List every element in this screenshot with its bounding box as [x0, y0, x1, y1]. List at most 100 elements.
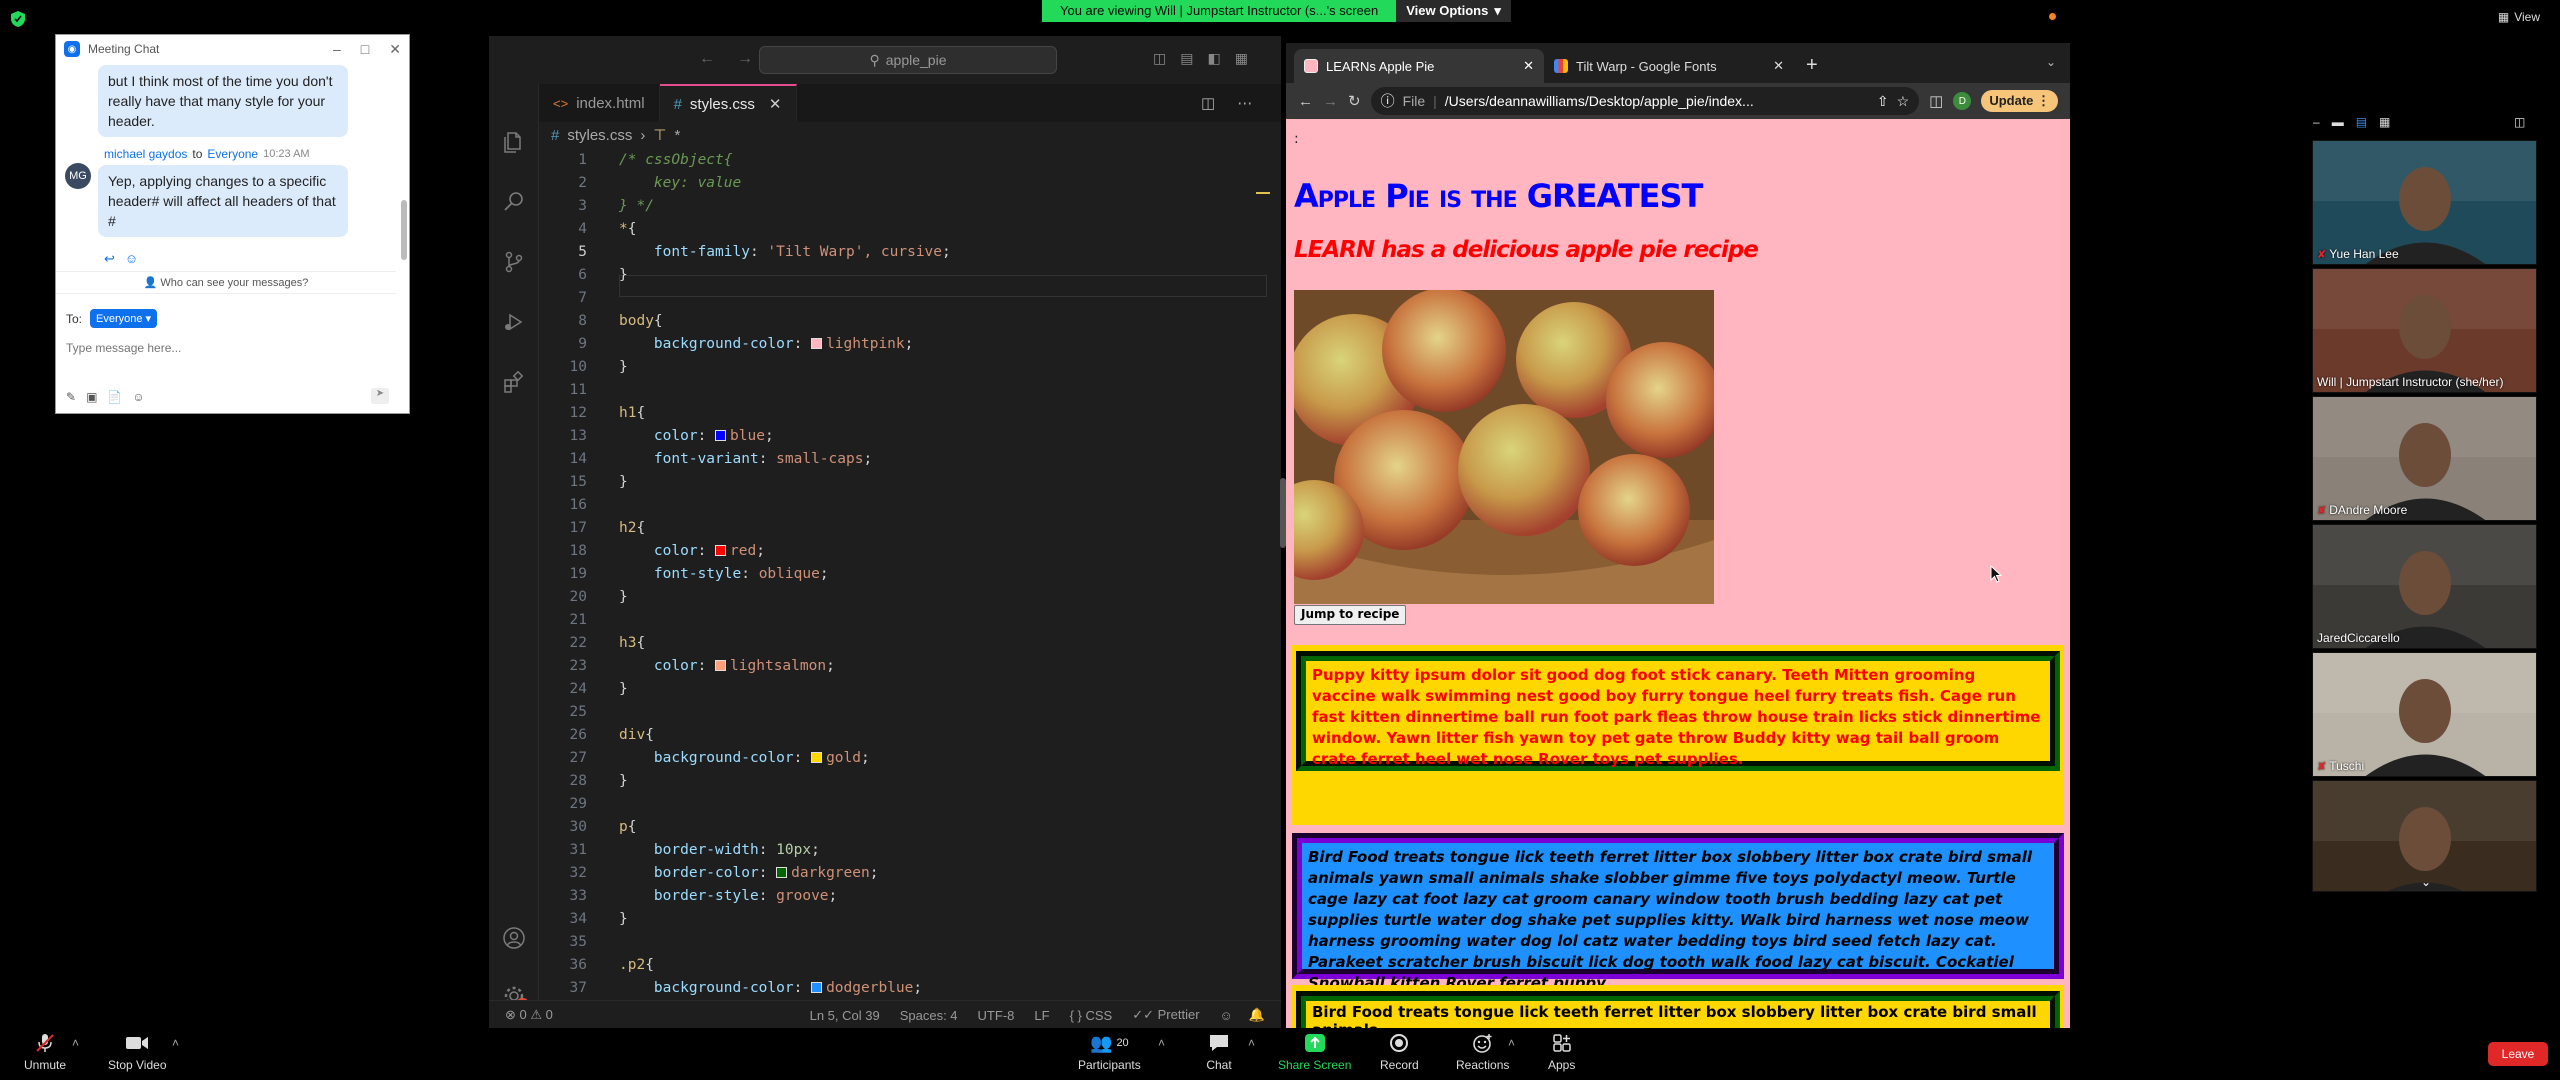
- strip-view-icon[interactable]: ▤: [2356, 115, 2367, 129]
- tab-learns-apple-pie[interactable]: LEARNs Apple Pie ✕: [1294, 49, 1544, 83]
- profile-avatar[interactable]: D: [1953, 92, 1972, 110]
- video-options-chevron-icon[interactable]: ˄: [172, 1036, 179, 1050]
- prettier-status[interactable]: ✓✓ Prettier: [1132, 1007, 1199, 1023]
- jump-to-recipe-button[interactable]: Jump to recipe: [1294, 605, 1407, 625]
- who-can-see-link[interactable]: 👤 Who can see your messages?: [56, 271, 396, 294]
- record-button[interactable]: Record: [1380, 1032, 1419, 1072]
- end-of-line[interactable]: LF: [1034, 1008, 1049, 1023]
- participant-video-tile[interactable]: Will | Jumpstart Instructor (she/her): [2312, 268, 2537, 393]
- file-icon[interactable]: 📄: [107, 390, 122, 404]
- bookmark-star-icon[interactable]: ☆: [1897, 93, 1910, 110]
- participant-video-tile[interactable]: ✘ DAndre Moore: [2312, 396, 2537, 521]
- cursor-position[interactable]: Ln 5, Col 39: [810, 1008, 880, 1023]
- view-options-button[interactable]: View Options ▾: [1396, 0, 1511, 22]
- toggle-panel-icon[interactable]: ▤: [1180, 50, 1193, 67]
- security-shield-icon[interactable]: [10, 10, 26, 28]
- notifications-bell-icon[interactable]: 🔔: [1249, 1007, 1265, 1023]
- command-center-search[interactable]: ⚲ apple_pie: [759, 46, 1057, 74]
- side-panel-icon[interactable]: ◫: [1929, 92, 1943, 110]
- apps-button[interactable]: Apps: [1548, 1032, 1575, 1072]
- close-tab-icon[interactable]: ✕: [1523, 58, 1534, 74]
- speaker-view-icon[interactable]: ▬: [2332, 115, 2344, 129]
- forward-arrow-icon[interactable]: →: [737, 50, 753, 68]
- participant-video-tile[interactable]: ⌄: [2312, 780, 2537, 892]
- gallery-view-icon[interactable]: ▦: [2379, 115, 2390, 129]
- recipient-select[interactable]: Everyone ▾: [90, 309, 158, 328]
- reactions-icon: [1470, 1032, 1496, 1054]
- reactions-button[interactable]: Reactions: [1456, 1032, 1509, 1072]
- chat-chevron-icon[interactable]: ˄: [1248, 1036, 1255, 1050]
- code-editor[interactable]: 1 /* cssObject{2 key: value 3} */ 4 *{5 font…: [539, 148, 1281, 1019]
- share-icon[interactable]: ⇧: [1877, 93, 1889, 110]
- source-control-icon[interactable]: [502, 250, 526, 274]
- code-line: color: blue;: [653, 428, 774, 444]
- participants-button[interactable]: 👥 20 Participants: [1078, 1032, 1141, 1073]
- search-icon[interactable]: [502, 190, 526, 214]
- participant-video-tile[interactable]: JaredCiccarello: [2312, 524, 2537, 649]
- close-tab-icon[interactable]: ✕: [1773, 58, 1784, 74]
- reload-icon[interactable]: ↻: [1348, 92, 1361, 110]
- back-arrow-icon[interactable]: ←: [1298, 93, 1313, 110]
- tab-tilt-warp-google-fonts[interactable]: Tilt Warp - Google Fonts ✕: [1544, 49, 1794, 83]
- breadcrumb-symbol[interactable]: *: [674, 127, 680, 144]
- unmute-button[interactable]: Unmute: [24, 1032, 66, 1072]
- code-line: }: [619, 267, 628, 283]
- participant-name: JaredCiccarello: [2317, 631, 2400, 645]
- forward-arrow-icon[interactable]: →: [1323, 93, 1338, 110]
- close-tab-icon[interactable]: ✕: [769, 95, 782, 113]
- recipient-name[interactable]: Everyone: [207, 147, 258, 161]
- share-screen-button[interactable]: Share Screen: [1278, 1032, 1351, 1072]
- line-number: 30: [569, 819, 587, 835]
- reactions-chevron-icon[interactable]: ˄: [1508, 1036, 1515, 1050]
- run-debug-icon[interactable]: [502, 310, 526, 334]
- explorer-icon[interactable]: [502, 130, 526, 154]
- gallery-menu-icon[interactable]: ◫: [2514, 115, 2525, 129]
- minimize-icon[interactable]: –: [2313, 115, 2320, 129]
- minimize-icon[interactable]: –: [333, 41, 341, 58]
- chat-scrollbar[interactable]: [401, 200, 407, 260]
- emoji-icon[interactable]: ☺: [132, 390, 144, 404]
- participant-video-tile[interactable]: ✘ Tuschi: [2312, 652, 2537, 777]
- language-mode[interactable]: { } CSS: [1070, 1008, 1113, 1023]
- extensions-icon[interactable]: [502, 370, 526, 394]
- account-icon[interactable]: [502, 926, 526, 950]
- problems-indicator[interactable]: ⊗ 0 ⚠ 0: [505, 1007, 553, 1023]
- error-count: 0: [519, 1007, 527, 1022]
- tab-styles-css[interactable]: # styles.css ✕: [659, 84, 797, 122]
- customize-layout-icon[interactable]: ▦: [1235, 50, 1248, 67]
- update-button[interactable]: Update ⋮: [1981, 90, 2058, 112]
- chat-message-input[interactable]: [66, 341, 386, 355]
- sender-name[interactable]: michael gaydos: [104, 147, 187, 161]
- new-tab-plus-icon[interactable]: +: [1806, 54, 1818, 77]
- screenshot-icon[interactable]: ▣: [86, 390, 97, 404]
- chevron-down-icon[interactable]: ⌄: [2421, 875, 2431, 889]
- view-menu-button[interactable]: ▦ View: [2498, 10, 2540, 24]
- address-bar[interactable]: ⓘ File | /Users/deannawilliams/Desktop/a…: [1370, 87, 1920, 115]
- search-icon: ⚲: [869, 51, 880, 68]
- toggle-sidebar-icon[interactable]: ◫: [1153, 50, 1166, 67]
- split-editor-icon[interactable]: ◫: [1201, 94, 1215, 112]
- breadcrumb-file[interactable]: styles.css: [567, 127, 632, 144]
- close-icon[interactable]: ✕: [389, 41, 401, 58]
- back-arrow-icon[interactable]: ←: [699, 50, 715, 68]
- reply-icon[interactable]: ↩: [104, 251, 115, 267]
- audio-options-chevron-icon[interactable]: ˄: [72, 1036, 79, 1050]
- line-number: 33: [569, 888, 587, 904]
- tab-index-html[interactable]: <> index.html: [539, 84, 660, 122]
- participant-video-tile[interactable]: ✘ Yue Han Lee: [2312, 140, 2537, 265]
- participants-chevron-icon[interactable]: ˄: [1158, 1036, 1165, 1050]
- indentation[interactable]: Spaces: 4: [900, 1008, 958, 1023]
- feedback-icon[interactable]: ☺: [1220, 1008, 1233, 1023]
- participant-name: ✘ Tuschi: [2317, 759, 2364, 773]
- send-icon[interactable]: ➤: [371, 388, 389, 404]
- chat-button[interactable]: Chat: [1206, 1032, 1232, 1072]
- leave-button[interactable]: Leave: [2488, 1042, 2548, 1066]
- stop-video-button[interactable]: Stop Video: [108, 1032, 167, 1072]
- encoding[interactable]: UTF-8: [978, 1008, 1015, 1023]
- maximize-icon[interactable]: □: [361, 41, 369, 58]
- emoji-reaction-icon[interactable]: ☺: [125, 251, 138, 267]
- tab-search-chevron-icon[interactable]: ⌄: [2046, 55, 2056, 69]
- more-actions-icon[interactable]: ⋯: [1237, 94, 1252, 112]
- format-icon[interactable]: ✎: [66, 390, 76, 404]
- toggle-secondary-sidebar-icon[interactable]: ◧: [1207, 50, 1220, 67]
